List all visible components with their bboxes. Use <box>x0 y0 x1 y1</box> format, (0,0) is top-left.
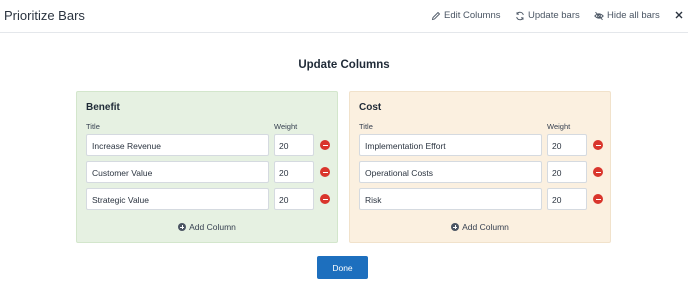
benefit-weight-input[interactable]: 20 <box>274 134 314 156</box>
minus-circle-icon[interactable] <box>593 194 603 204</box>
minus-circle-icon[interactable] <box>593 167 603 177</box>
update-bars-button[interactable]: Update bars <box>515 10 580 21</box>
cost-title-input[interactable]: Operational Costs <box>359 161 542 183</box>
cost-weight-input[interactable]: 20 <box>547 188 587 210</box>
edit-columns-label: Edit Columns <box>444 10 501 21</box>
hide-all-bars-button[interactable]: Hide all bars <box>594 10 660 21</box>
benefit-add-column-label: Add Column <box>189 222 236 232</box>
done-button[interactable]: Done <box>317 256 368 279</box>
minus-circle-icon[interactable] <box>593 140 603 150</box>
edit-columns-button[interactable]: Edit Columns <box>431 10 501 21</box>
plus-circle-icon <box>451 223 460 231</box>
benefit-row: Increase Revenue 20 <box>86 134 332 156</box>
benefit-row: Strategic Value 20 <box>86 188 332 210</box>
benefit-weight-header: Weight <box>274 122 298 131</box>
cost-weight-input[interactable]: 20 <box>547 161 587 183</box>
plus-circle-icon <box>178 223 187 231</box>
benefit-panel-title: Benefit <box>86 102 120 113</box>
cost-panel-title: Cost <box>359 102 382 113</box>
benefit-title-input[interactable]: Increase Revenue <box>86 134 269 156</box>
modal-header: Prioritize Bars Edit Columns Update bars… <box>0 0 688 33</box>
modal-title: Prioritize Bars <box>4 8 85 23</box>
benefit-weight-input[interactable]: 20 <box>274 161 314 183</box>
benefit-weight-input[interactable]: 20 <box>274 188 314 210</box>
section-title: Update Columns <box>298 59 390 71</box>
cost-title-header: Title <box>359 122 373 131</box>
benefit-title-input[interactable]: Customer Value <box>86 161 269 183</box>
close-icon[interactable] <box>673 9 685 21</box>
eye-slash-icon <box>594 11 604 20</box>
benefit-panel: Benefit Title Weight Increase Revenue 20… <box>76 91 338 243</box>
update-bars-label: Update bars <box>528 10 580 21</box>
cost-weight-header: Weight <box>547 122 571 131</box>
cost-title-input[interactable]: Risk <box>359 188 542 210</box>
hide-all-bars-label: Hide all bars <box>607 10 660 21</box>
minus-circle-icon[interactable] <box>320 194 330 204</box>
cost-title-input[interactable]: Implementation Effort <box>359 134 542 156</box>
benefit-row: Customer Value 20 <box>86 161 332 183</box>
cost-row: Implementation Effort 20 <box>359 134 605 156</box>
benefit-title-input[interactable]: Strategic Value <box>86 188 269 210</box>
cost-row: Risk 20 <box>359 188 605 210</box>
cost-weight-input[interactable]: 20 <box>547 134 587 156</box>
minus-circle-icon[interactable] <box>320 167 330 177</box>
cost-add-column-button[interactable]: Add Column <box>350 222 610 232</box>
cost-add-column-label: Add Column <box>462 222 509 232</box>
minus-circle-icon[interactable] <box>320 140 330 150</box>
benefit-title-header: Title <box>86 122 100 131</box>
pencil-icon <box>431 11 441 20</box>
refresh-icon <box>516 11 524 20</box>
cost-row: Operational Costs 20 <box>359 161 605 183</box>
benefit-add-column-button[interactable]: Add Column <box>77 222 337 232</box>
cost-panel: Cost Title Weight Implementation Effort … <box>349 91 611 243</box>
